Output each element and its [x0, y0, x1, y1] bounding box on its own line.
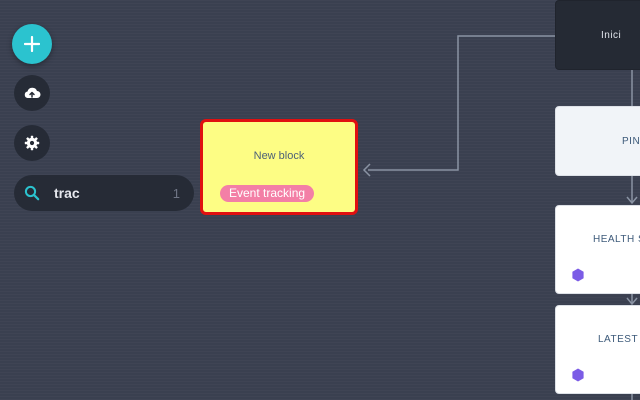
search-result-count: 1	[172, 185, 180, 201]
cloud-upload-icon	[24, 87, 41, 98]
plus-icon	[24, 36, 40, 52]
flow-block-health[interactable]: HEALTH S	[555, 205, 640, 294]
new-block-card[interactable]: New block Event tracking	[200, 119, 358, 215]
event-tracking-tag[interactable]: Event tracking	[220, 185, 315, 202]
block-title: PING	[622, 136, 640, 147]
hexagon-badge-icon	[572, 368, 584, 382]
search-icon[interactable]	[14, 175, 50, 211]
block-title: New block	[253, 150, 305, 162]
block-title: HEALTH S	[593, 234, 640, 245]
flow-block-inici[interactable]: Inici	[555, 0, 640, 70]
search-bar: 1	[14, 175, 194, 211]
cloud-upload-button[interactable]	[14, 75, 50, 111]
add-block-button[interactable]	[12, 24, 52, 64]
flow-block-ping[interactable]: PING	[555, 106, 640, 176]
hexagon-badge-icon	[572, 268, 584, 282]
settings-button[interactable]	[14, 125, 50, 161]
block-title: Inici	[601, 30, 622, 41]
search-input[interactable]	[50, 185, 154, 201]
block-title: LATEST M	[598, 334, 640, 345]
flow-block-latest[interactable]: LATEST M	[555, 305, 640, 394]
gear-icon	[24, 135, 40, 151]
